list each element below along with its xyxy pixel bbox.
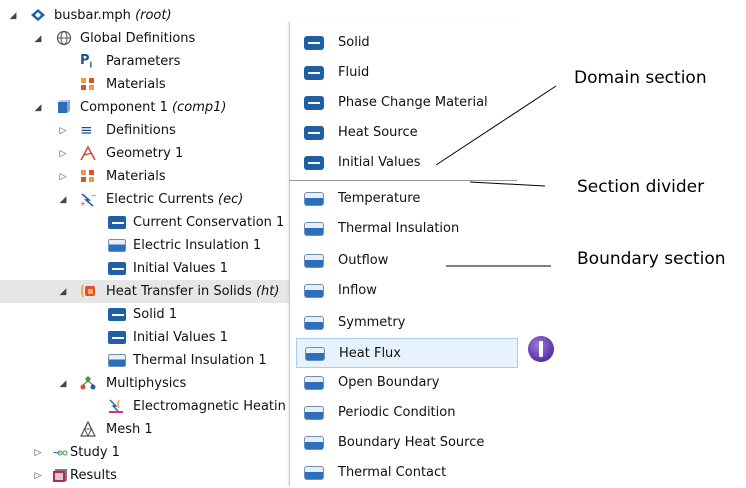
boundary-section-callout: Boundary section xyxy=(577,249,726,269)
domain-section-callout: Domain section xyxy=(574,68,707,88)
section-divider-callout: Section divider xyxy=(577,177,705,197)
divider-callout-line xyxy=(469,181,546,187)
pointer-cursor-icon xyxy=(528,336,554,362)
domain-callout-line xyxy=(435,85,557,166)
